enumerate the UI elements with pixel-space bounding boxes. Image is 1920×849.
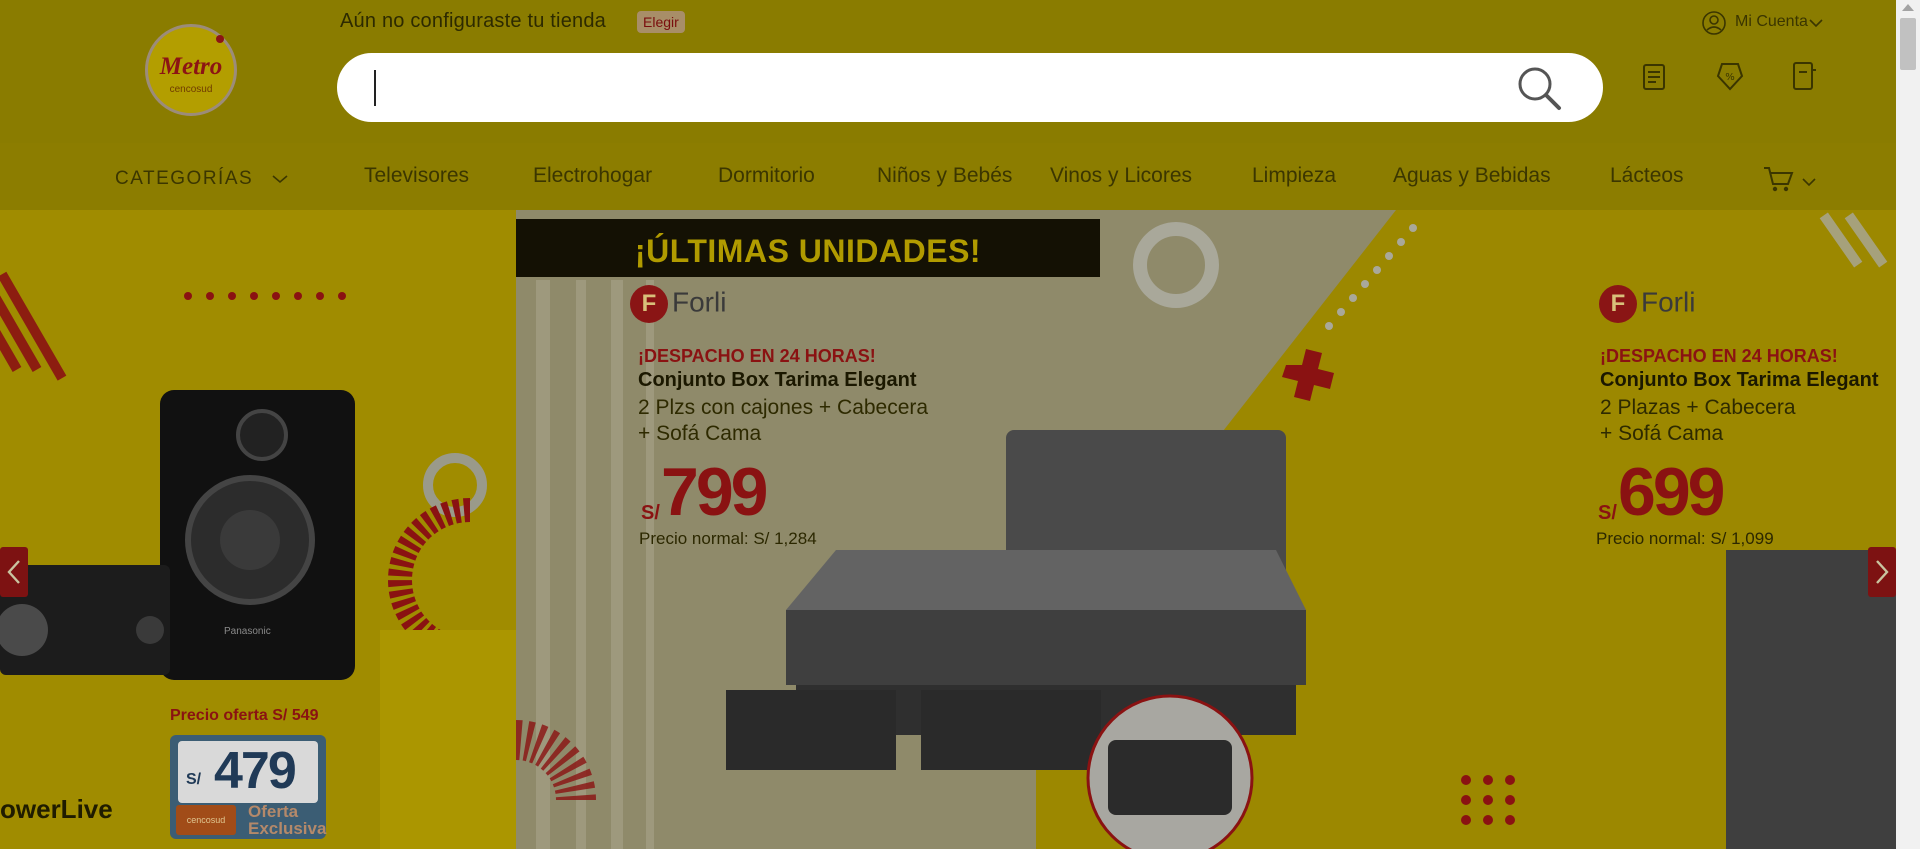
shipping-label: ¡DESPACHO EN 24 HORAS! [638,346,876,366]
card-offer-label-line1: Oferta [248,802,299,821]
headline-bar: ¡ÚLTIMAS UNIDADES! [516,219,1100,277]
forli-brand-text-right: Forli [1641,286,1696,318]
product-name: Conjunto Box Tarima Elegant [638,369,917,391]
coupons-icon[interactable]: % [1714,60,1746,97]
price-value: 799 [661,454,768,530]
logo-brand-text: Metro [159,53,223,80]
card-price-box: S/ 479 [178,741,318,803]
nav-item-electrohogar[interactable]: Electrohogar [533,164,652,188]
category-nav: CATEGORÍAS Televisores Electrohogar Dorm… [0,160,1896,195]
choose-store-button[interactable]: Elegir [637,11,685,33]
cart-icon [1762,167,1796,198]
left-product-name: owerLive [0,794,113,824]
cart-button[interactable] [1762,164,1816,199]
header: Metro cencosud Aún no configuraste tu ti… [0,0,1896,143]
product-desc-line2-right: + Sofá Cama [1600,422,1724,445]
categories-dropdown[interactable]: CATEGORÍAS [115,168,288,190]
logo-dot [216,35,224,43]
carousel-slide-left[interactable]: Precio oferta S/ 549 S/ 479 cencosud Ofe… [0,210,516,849]
price-currency-right: S/ [1598,502,1617,524]
card-price: 479 [214,742,297,800]
account-label: Mi Cuenta [1735,13,1808,30]
nav-item-dormitorio[interactable]: Dormitorio [718,164,815,188]
nav-item-aguas-bebidas[interactable]: Aguas y Bebidas [1393,164,1551,188]
card-currency: S/ [186,771,202,788]
price-currency: S/ [641,502,660,524]
lists-icon[interactable] [1788,60,1820,97]
text-caret [374,70,376,106]
speaker-brand-label: Panasonic [224,626,271,637]
carousel-slide-main[interactable]: ¡ÚLTIMAS UNIDADES! F Forli ¡DESPACHO EN 2… [516,210,1896,849]
card-offer-label-line2: Exclusiva [248,819,327,838]
forli-logo-right: F Forli [1599,285,1695,323]
forli-logo: F Forli [630,285,726,323]
metro-logo[interactable]: Metro cencosud [145,24,237,116]
forli-brand-text: Forli [672,286,727,318]
carousel-next-button[interactable] [1868,547,1896,597]
normal-price: Precio normal: S/ 1,284 [639,529,817,548]
exclusive-offer-card: S/ 479 cencosud Oferta Exclusiva [170,735,326,839]
page: Metro cencosud Aún no configuraste tu ti… [0,0,1896,849]
nav-item-ninos-bebes[interactable]: Niños y Bebés [877,164,1012,188]
forli-f-icon: F [1599,285,1637,323]
nav-item-lacteos[interactable]: Lácteos [1610,164,1684,188]
search-icon[interactable] [1515,64,1563,117]
shipping-label-right: ¡DESPACHO EN 24 HORAS! [1600,346,1838,366]
scroll-up-icon[interactable] [1902,4,1914,11]
left-offer-price-label: Precio oferta S/ 549 [170,707,319,724]
forli-f-icon: F [630,285,668,323]
nav-item-televisores[interactable]: Televisores [364,164,469,188]
page-scrollbar[interactable] [1896,0,1920,849]
carousel-prev-button[interactable] [0,547,28,597]
categories-label: CATEGORÍAS [115,168,254,189]
search-input[interactable] [337,53,1603,122]
chevron-down-icon [260,168,288,189]
card-offer-label: Oferta Exclusiva [248,803,326,837]
price-value-right: 699 [1618,454,1725,530]
product-desc-line1-right: 2 Plazas + Cabecera [1600,396,1796,419]
store-message: Aún no configuraste tu tienda [340,10,606,32]
product-desc-line1: 2 Plzs con cajones + Cabecera [638,396,929,419]
product-desc-line2: + Sofá Cama [638,422,762,445]
nav-item-limpieza[interactable]: Limpieza [1252,164,1336,188]
promo-carousel: Precio oferta S/ 549 S/ 479 cencosud Ofe… [0,210,1896,849]
headline-text: ¡ÚLTIMAS UNIDADES! [634,233,982,269]
cencosud-card-image: cencosud [176,805,236,835]
logo-sub-text: cencosud [169,84,213,95]
normal-price-right: Precio normal: S/ 1,099 [1596,529,1774,548]
scrollbar-thumb[interactable] [1900,18,1916,70]
nav-item-vinos-licores[interactable]: Vinos y Licores [1050,164,1192,188]
svg-text:%: % [1725,72,1735,83]
orders-icon[interactable] [1638,60,1670,97]
product-name-right: Conjunto Box Tarima Elegant [1600,369,1879,391]
